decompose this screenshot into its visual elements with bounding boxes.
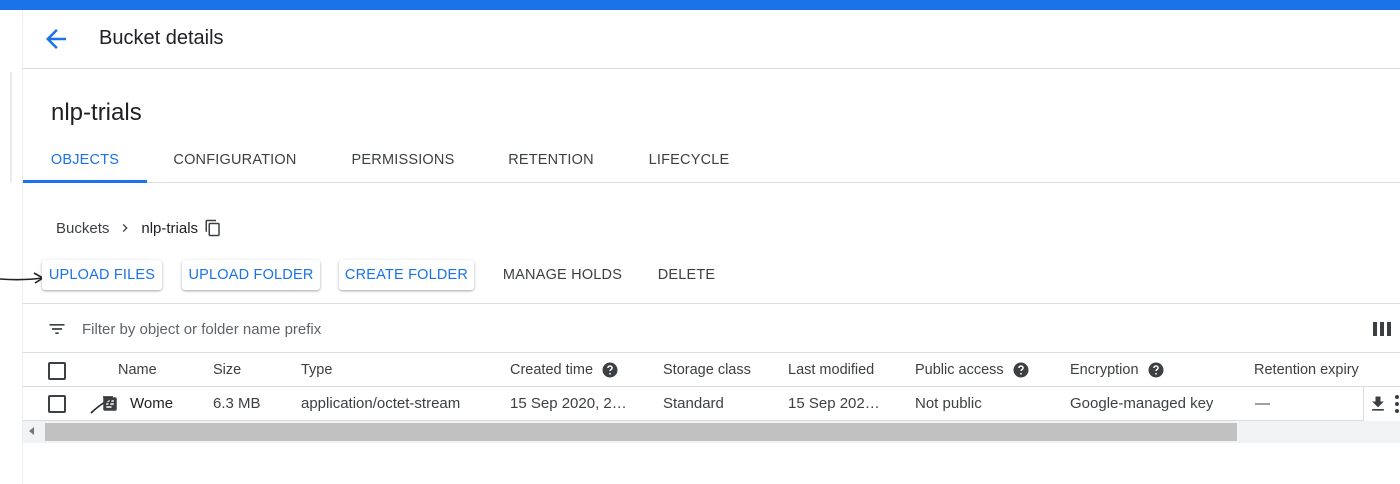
tab-permissions[interactable]: PERMISSIONS	[341, 140, 465, 183]
page-header: Bucket details	[23, 10, 1400, 69]
cell-public-access: Not public	[915, 395, 982, 412]
column-label: Public access	[915, 362, 1004, 378]
column-header-created-time[interactable]: Created time	[510, 353, 619, 387]
chevron-right-icon	[123, 224, 129, 232]
annotation-arrow	[0, 272, 45, 284]
column-label: Size	[213, 362, 242, 378]
file-icon	[103, 397, 117, 411]
tab-lifecycle[interactable]: LIFECYCLE	[637, 140, 741, 183]
column-label: Storage class	[663, 362, 751, 378]
table-row[interactable]: Wome 6.3 MB application/octet-stream 15 …	[23, 387, 1400, 421]
column-header-last-modified[interactable]: Last modified	[788, 353, 874, 387]
object-name-link[interactable]: Wome	[130, 387, 178, 421]
breadcrumb: Buckets nlp-trials	[56, 216, 222, 240]
view-columns-icon[interactable]	[1372, 319, 1392, 339]
tab-objects[interactable]: OBJECTS	[23, 140, 147, 183]
help-icon[interactable]	[1147, 361, 1165, 379]
left-gutter	[0, 10, 22, 484]
download-icon[interactable]	[1368, 394, 1388, 414]
filter-input[interactable]	[82, 317, 682, 341]
scroll-left-arrow[interactable]	[29, 427, 34, 435]
cell-type: application/octet-stream	[301, 395, 461, 412]
cell-retention-expiry: —	[1255, 395, 1270, 412]
table-header: Name Size Type Created time Storage clas…	[23, 353, 1400, 387]
column-label: Retention expiry d	[1254, 362, 1363, 378]
column-header-encryption[interactable]: Encryption	[1070, 353, 1165, 387]
column-header-size[interactable]: Size	[213, 353, 241, 387]
breadcrumb-current: nlp-trials	[141, 219, 199, 237]
help-icon[interactable]	[601, 361, 619, 379]
more-vert-icon[interactable]	[1393, 394, 1400, 414]
tab-bar: OBJECTS CONFIGURATION PERMISSIONS RETENT…	[23, 140, 1400, 183]
column-label: Created time	[510, 362, 594, 378]
cell-encryption: Google-managed key	[1070, 395, 1214, 412]
column-header-storage-class[interactable]: Storage class	[663, 353, 751, 387]
delete-button[interactable]: DELETE	[650, 260, 723, 290]
cell-storage-class: Standard	[663, 395, 724, 412]
create-folder-button[interactable]: CREATE FOLDER	[339, 260, 474, 290]
column-label: Type	[301, 362, 333, 378]
manage-holds-button[interactable]: MANAGE HOLDS	[494, 260, 631, 290]
back-button[interactable]	[41, 24, 71, 54]
column-label: Last modified	[788, 362, 875, 378]
upload-files-button[interactable]: UPLOAD FILES	[42, 260, 162, 290]
column-label: Encryption	[1070, 362, 1139, 378]
copy-icon[interactable]	[204, 219, 222, 237]
page-title: Bucket details	[99, 27, 224, 49]
column-header-public-access[interactable]: Public access	[915, 353, 1030, 387]
column-label: Name	[118, 362, 157, 378]
cell-last-modified: 15 Sep 202…	[788, 395, 880, 412]
cell-size: 6.3 MB	[213, 395, 261, 412]
column-header-retention-expiry[interactable]: Retention expiry d	[1254, 353, 1363, 387]
gutter-shade	[10, 72, 12, 182]
upload-folder-button[interactable]: UPLOAD FOLDER	[182, 260, 320, 290]
tab-configuration[interactable]: CONFIGURATION	[163, 140, 307, 183]
row-actions	[1363, 387, 1400, 421]
top-accent-bar	[0, 0, 1400, 10]
column-header-type[interactable]: Type	[301, 353, 332, 387]
bucket-name: nlp-trials	[51, 99, 142, 126]
scrollbar-thumb[interactable]	[45, 423, 1237, 441]
tab-retention[interactable]: RETENTION	[499, 140, 603, 183]
horizontal-scrollbar[interactable]	[23, 421, 1400, 443]
breadcrumb-buckets-link[interactable]: Buckets	[56, 220, 109, 237]
help-icon[interactable]	[1012, 361, 1030, 379]
arrow-back-icon	[46, 29, 66, 49]
filter-bar	[23, 303, 1400, 353]
column-header-name[interactable]: Name	[118, 353, 157, 387]
row-checkbox[interactable]	[48, 395, 66, 413]
filter-list-icon[interactable]	[47, 319, 67, 339]
select-all-checkbox[interactable]	[48, 362, 66, 380]
cell-created-time: 15 Sep 2020, 2…	[510, 395, 627, 412]
